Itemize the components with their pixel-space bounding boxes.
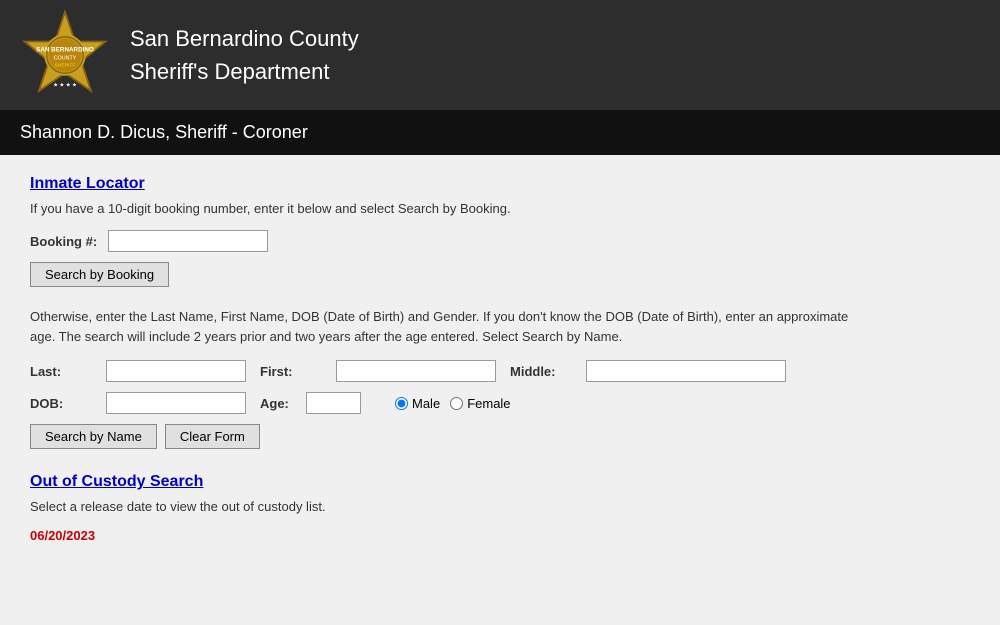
main-content: Inmate Locator If you have a 10-digit bo… — [0, 155, 900, 563]
last-label: Last: — [30, 364, 100, 379]
female-radio[interactable] — [450, 397, 463, 410]
oc-instruction: Select a release date to view the out of… — [30, 499, 870, 514]
last-first-middle-row: Last: First: Middle: — [30, 360, 870, 382]
svg-text:COUNTY: COUNTY — [54, 56, 77, 62]
out-of-custody-title[interactable]: Out of Custody Search — [30, 473, 870, 491]
name-instruction: Otherwise, enter the Last Name, First Na… — [30, 307, 870, 346]
sheriff-banner: Shannon D. Dicus, Sheriff - Coroner — [0, 110, 1000, 155]
svg-text:SHERIFF: SHERIFF — [54, 63, 75, 69]
out-of-custody-section: Out of Custody Search Select a release d… — [30, 473, 870, 543]
male-label: Male — [412, 396, 440, 411]
age-input[interactable] — [306, 392, 361, 414]
booking-instruction: If you have a 10-digit booking number, e… — [30, 201, 870, 216]
age-label: Age: — [260, 396, 300, 411]
dob-age-gender-row: DOB: Age: Male Female — [30, 392, 870, 414]
last-field-group: Last: — [30, 360, 246, 382]
inmate-locator-title[interactable]: Inmate Locator — [30, 175, 870, 193]
male-option[interactable]: Male — [395, 396, 440, 411]
female-label: Female — [467, 396, 510, 411]
search-by-booking-button[interactable]: Search by Booking — [30, 262, 169, 287]
svg-text:★ ★ ★ ★: ★ ★ ★ ★ — [53, 83, 77, 89]
booking-label: Booking #: — [30, 234, 100, 249]
dob-field-group: DOB: — [30, 392, 246, 414]
last-input[interactable] — [106, 360, 246, 382]
search-by-name-button[interactable]: Search by Name — [30, 424, 157, 449]
department-title: San Bernardino County Sheriff's Departme… — [130, 22, 359, 88]
first-label: First: — [260, 364, 330, 379]
booking-row: Booking #: — [30, 230, 870, 252]
dob-input[interactable] — [106, 392, 246, 414]
name-buttons-row: Search by Name Clear Form — [30, 424, 870, 449]
middle-label: Middle: — [510, 364, 580, 379]
sheriff-badge: SAN BERNARDINO COUNTY SHERIFF ★ ★ ★ ★ — [20, 10, 110, 100]
search-booking-row: Search by Booking — [30, 262, 870, 287]
age-field-group: Age: — [260, 392, 361, 414]
female-option[interactable]: Female — [450, 396, 510, 411]
booking-input[interactable] — [108, 230, 268, 252]
middle-input[interactable] — [586, 360, 786, 382]
page-header: SAN BERNARDINO COUNTY SHERIFF ★ ★ ★ ★ Sa… — [0, 0, 1000, 110]
svg-text:SAN BERNARDINO: SAN BERNARDINO — [36, 46, 94, 53]
male-radio[interactable] — [395, 397, 408, 410]
gender-group: Male Female — [395, 396, 511, 411]
middle-field-group: Middle: — [510, 360, 786, 382]
dob-label: DOB: — [30, 396, 100, 411]
first-field-group: First: — [260, 360, 496, 382]
clear-form-button[interactable]: Clear Form — [165, 424, 260, 449]
first-input[interactable] — [336, 360, 496, 382]
release-date[interactable]: 06/20/2023 — [30, 528, 870, 543]
